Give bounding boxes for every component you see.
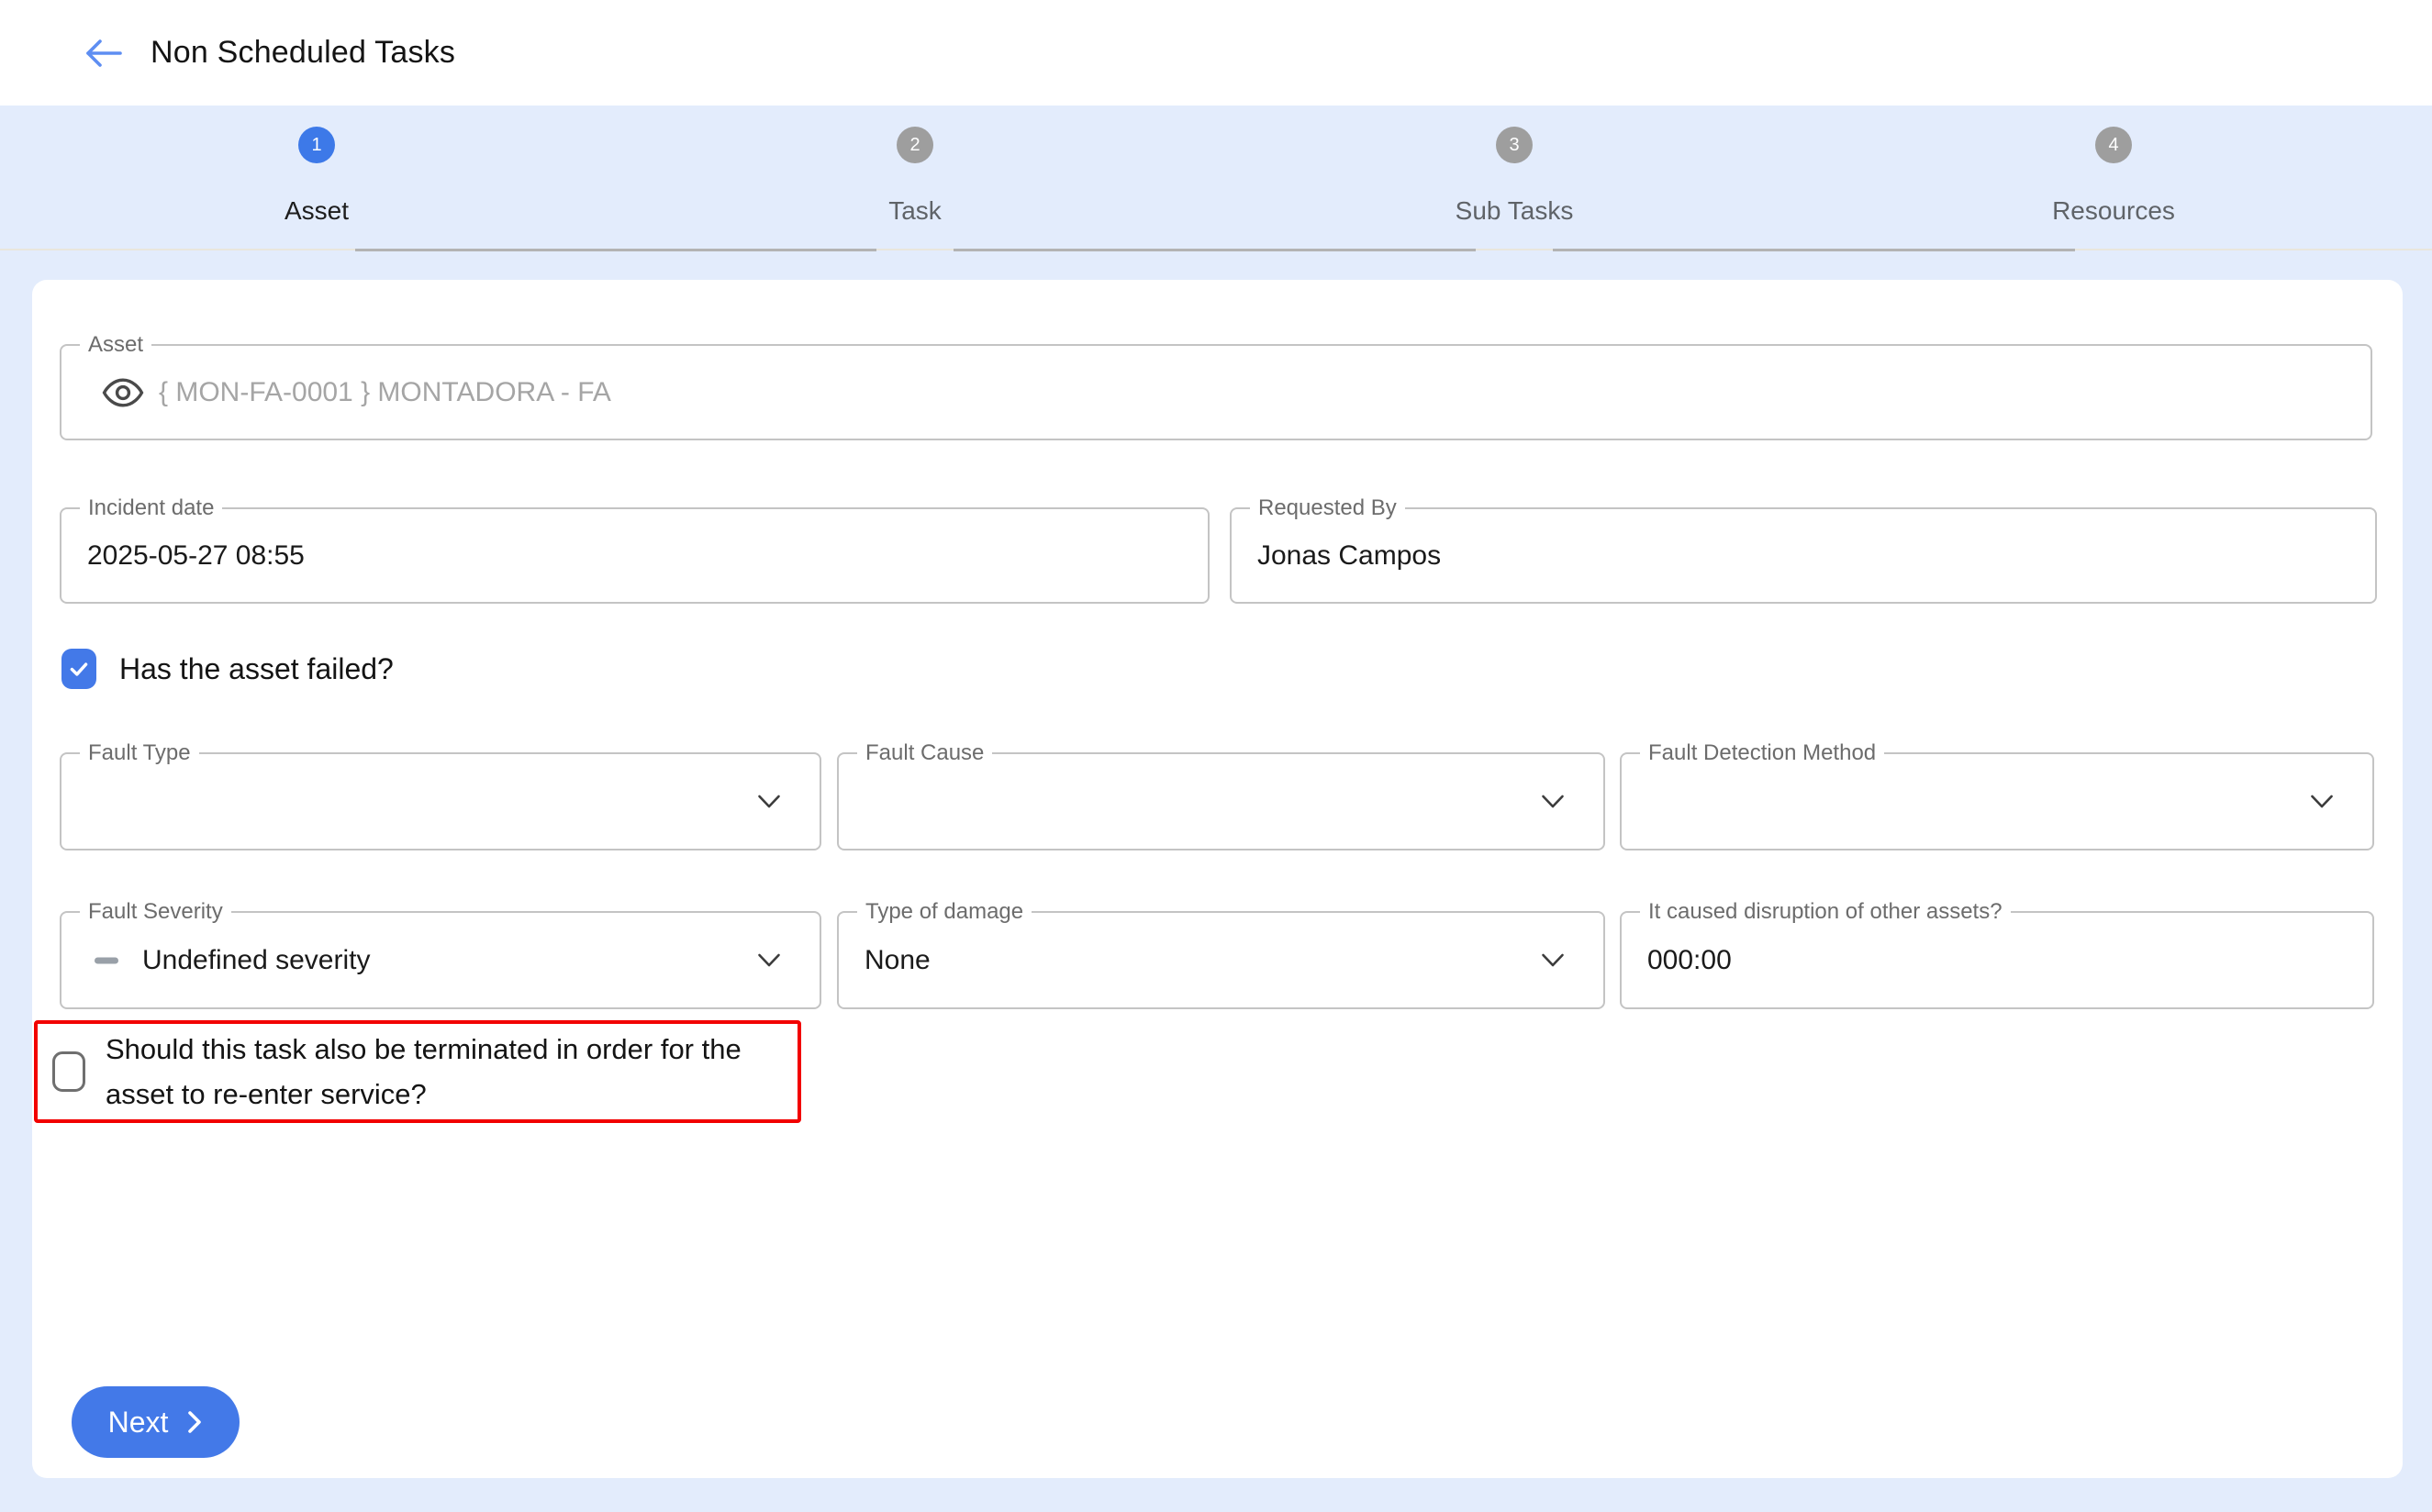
chevron-down-icon (757, 795, 781, 809)
fault-type-label: Fault Type (80, 740, 199, 766)
form-card: Asset { MON-FA-0001 } MONTADORA - FA Inc… (32, 280, 2403, 1478)
fault-detection-method-label: Fault Detection Method (1640, 740, 1884, 766)
fault-severity-value: Undefined severity (142, 945, 370, 976)
step-label: Task (888, 196, 942, 226)
fault-detection-method-select[interactable]: Fault Detection Method (1620, 752, 2374, 850)
asset-failed-label: Has the asset failed? (119, 652, 394, 686)
asset-failed-checkbox-row[interactable]: Has the asset failed? (61, 649, 394, 689)
header: Non Scheduled Tasks (0, 0, 2432, 106)
step-label: Asset (284, 196, 349, 226)
fault-cause-select[interactable]: Fault Cause (837, 752, 1605, 850)
fault-cause-label: Fault Cause (857, 740, 992, 766)
type-of-damage-label: Type of damage (857, 899, 1032, 925)
step-number-badge: 2 (897, 127, 933, 163)
stepper-connector (954, 249, 1476, 251)
terminate-task-checkbox-row[interactable]: Should this task also be terminated in o… (52, 1027, 775, 1117)
highlight-red-box: Should this task also be terminated in o… (34, 1020, 801, 1123)
unchecked-checkbox-icon[interactable] (52, 1051, 85, 1092)
chevron-right-icon (186, 1409, 203, 1435)
step-number-badge: 1 (298, 127, 335, 163)
checked-checkbox-icon[interactable] (61, 649, 96, 689)
asset-field[interactable]: Asset { MON-FA-0001 } MONTADORA - FA (60, 344, 2372, 440)
step-number-badge: 4 (2095, 127, 2132, 163)
next-button-label: Next (108, 1406, 169, 1440)
non-scheduled-tasks-page: Non Scheduled Tasks 1 Asset 2 Task 3 Sub… (0, 0, 2432, 1512)
step-number-badge: 3 (1496, 127, 1533, 163)
chevron-down-icon (1541, 795, 1565, 809)
disruption-duration-label: It caused disruption of other assets? (1640, 899, 2011, 925)
type-of-damage-select[interactable]: Type of damage None (837, 911, 1605, 1009)
back-button[interactable] (79, 33, 127, 73)
disruption-duration-value: 000:00 (1647, 945, 1732, 976)
incident-date-field[interactable]: Incident date 2025-05-27 08:55 (60, 507, 1210, 604)
chevron-down-icon (757, 953, 781, 968)
page-title: Non Scheduled Tasks (151, 35, 455, 71)
chevron-down-icon (2310, 795, 2334, 809)
type-of-damage-value: None (865, 945, 931, 976)
disruption-duration-field[interactable]: It caused disruption of other assets? 00… (1620, 911, 2374, 1009)
stepper: 1 Asset 2 Task 3 Sub Tasks 4 Resources (0, 106, 2432, 250)
chevron-down-icon (1541, 953, 1565, 968)
fault-severity-label: Fault Severity (80, 899, 231, 925)
arrow-left-icon (82, 38, 124, 69)
incident-date-label: Incident date (80, 495, 222, 521)
fault-severity-select[interactable]: Fault Severity Undefined severity (60, 911, 821, 1009)
step-label: Sub Tasks (1456, 196, 1574, 226)
step-label: Resources (2052, 196, 2175, 226)
asset-value: { MON-FA-0001 } MONTADORA - FA (159, 377, 611, 408)
requested-by-value: Jonas Campos (1257, 540, 1441, 572)
asset-field-label: Asset (80, 332, 151, 358)
incident-date-value: 2025-05-27 08:55 (87, 540, 305, 572)
requested-by-label: Requested By (1250, 495, 1405, 521)
eye-icon[interactable] (102, 376, 144, 409)
stepper-connector (355, 249, 876, 251)
requested-by-field[interactable]: Requested By Jonas Campos (1230, 507, 2377, 604)
dash-icon (95, 957, 118, 963)
stepper-connector (1553, 249, 2075, 251)
fault-type-select[interactable]: Fault Type (60, 752, 821, 850)
terminate-task-label: Should this task also be terminated in o… (106, 1027, 775, 1117)
next-button[interactable]: Next (72, 1386, 240, 1458)
